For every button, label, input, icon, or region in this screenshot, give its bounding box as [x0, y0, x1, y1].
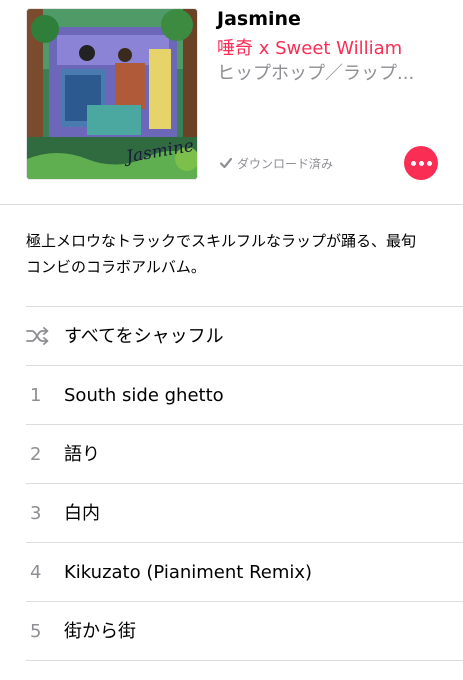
track-number: 4 — [30, 562, 42, 583]
header-divider — [0, 204, 463, 205]
checkmark-icon — [219, 157, 233, 169]
track-number: 5 — [30, 621, 42, 642]
album-title: Jasmine — [217, 8, 301, 30]
shuffle-all-label: すべてをシャッフル — [64, 326, 224, 347]
album-artist-link[interactable]: 唾奇 x Sweet William — [217, 34, 402, 60]
track-number: 2 — [30, 444, 42, 465]
track-row-3[interactable]: 3 白内 — [26, 484, 463, 543]
track-title: South side ghetto — [64, 385, 224, 406]
download-status-label: ダウンロード済み — [237, 156, 334, 171]
album-header: Jasmine Jasmine 唾奇 x Sweet William ヒップホッ… — [0, 0, 463, 205]
track-title: 白内 — [64, 503, 100, 524]
download-status: ダウンロード済み — [219, 153, 333, 173]
album-description: 極上メロウなトラックでスキルフルなラップが踊る、最旬コンビのコラボアルバム。 — [26, 232, 417, 276]
track-row-2[interactable]: 2 語り — [26, 425, 463, 484]
row-separator — [26, 660, 463, 661]
track-title: 語り — [64, 444, 100, 465]
album-genre: ヒップホップ／ラップ... — [217, 63, 415, 84]
track-row-1[interactable]: 1 South side ghetto — [26, 366, 463, 425]
album-artwork[interactable]: Jasmine — [26, 8, 198, 180]
track-row-4[interactable]: 4 Kikuzato (Pianiment Remix) — [26, 543, 463, 602]
track-title: Kikuzato (Pianiment Remix) — [64, 562, 313, 583]
ellipsis-icon — [410, 160, 416, 166]
track-number: 3 — [30, 503, 42, 524]
shuffle-all-row[interactable]: すべてをシャッフル — [26, 307, 463, 366]
shuffle-icon — [26, 327, 49, 345]
track-row-5[interactable]: 5 街から街 — [26, 602, 463, 661]
track-title: 街から街 — [64, 621, 136, 642]
track-number: 1 — [30, 385, 42, 406]
more-options-button[interactable] — [404, 146, 438, 180]
